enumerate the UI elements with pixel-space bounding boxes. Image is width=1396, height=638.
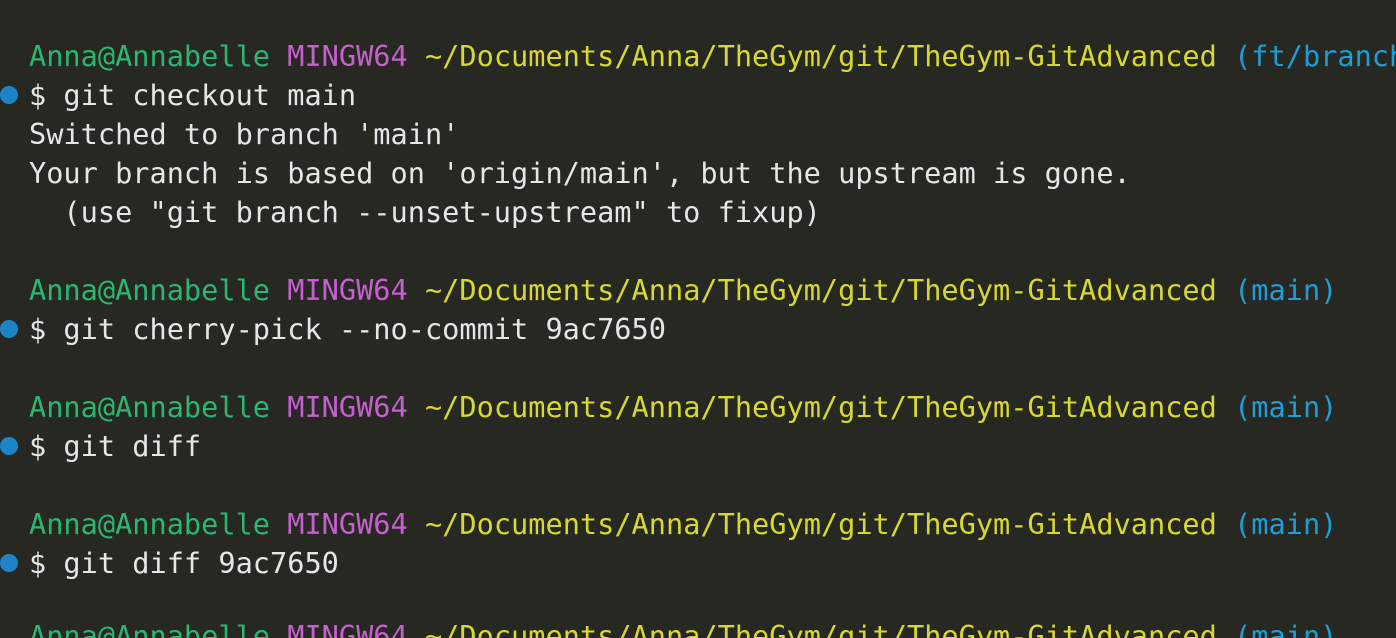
- prompt-branch: (main): [1234, 390, 1338, 424]
- command-status-dot-icon[interactable]: [0, 86, 18, 104]
- command-line: $ git diff 9ac7650: [29, 546, 339, 580]
- command-status-dot-icon[interactable]: [0, 554, 18, 572]
- prompt-branch: (main): [1234, 273, 1338, 307]
- prompt-line: Anna@Annabelle MINGW64 ~/Documents/Anna/…: [29, 505, 1337, 544]
- command-line: $ git cherry-pick --no-commit 9ac7650: [29, 312, 666, 346]
- prompt-line: Anna@Annabelle MINGW64 ~/Documents/Anna/…: [29, 617, 1337, 638]
- prompt-host: MINGW64: [287, 507, 408, 541]
- prompt-user: Anna@Annabelle: [29, 39, 271, 73]
- prompt-host: MINGW64: [287, 39, 408, 73]
- prompt-user: Anna@Annabelle: [29, 390, 271, 424]
- prompt-branch: (main): [1234, 619, 1338, 638]
- prompt-line: Anna@Annabelle MINGW64 ~/Documents/Anna/…: [29, 37, 1396, 76]
- prompt-branch: (ft/branch): [1234, 39, 1396, 73]
- command-status-dot-icon[interactable]: [0, 437, 18, 455]
- prompt-user: Anna@Annabelle: [29, 619, 271, 638]
- prompt-host: MINGW64: [287, 619, 408, 638]
- prompt-line: Anna@Annabelle MINGW64 ~/Documents/Anna/…: [29, 271, 1337, 310]
- output-line: Switched to branch 'main': [29, 117, 460, 151]
- prompt-branch: (main): [1234, 507, 1338, 541]
- command-status-dot-icon[interactable]: [0, 320, 18, 338]
- prompt-host: MINGW64: [287, 390, 408, 424]
- prompt-path: ~/Documents/Anna/TheGym/git/TheGym-GitAd…: [424, 507, 1217, 541]
- command-line: $ git checkout main: [29, 78, 357, 112]
- command-line: $ git diff: [29, 429, 202, 463]
- output-line: (use "git branch --unset-upstream" to fi…: [29, 195, 821, 229]
- prompt-path: ~/Documents/Anna/TheGym/git/TheGym-GitAd…: [424, 39, 1217, 73]
- prompt-path: ~/Documents/Anna/TheGym/git/TheGym-GitAd…: [424, 390, 1217, 424]
- terminal-window[interactable]: Anna@Annabelle MINGW64 ~/Documents/Anna/…: [0, 0, 1396, 638]
- prompt-path: ~/Documents/Anna/TheGym/git/TheGym-GitAd…: [424, 619, 1217, 638]
- output-line: Your branch is based on 'origin/main', b…: [29, 156, 1131, 190]
- prompt-user: Anna@Annabelle: [29, 507, 271, 541]
- prompt-path: ~/Documents/Anna/TheGym/git/TheGym-GitAd…: [424, 273, 1217, 307]
- prompt-user: Anna@Annabelle: [29, 273, 271, 307]
- prompt-line: Anna@Annabelle MINGW64 ~/Documents/Anna/…: [29, 388, 1337, 427]
- prompt-host: MINGW64: [287, 273, 408, 307]
